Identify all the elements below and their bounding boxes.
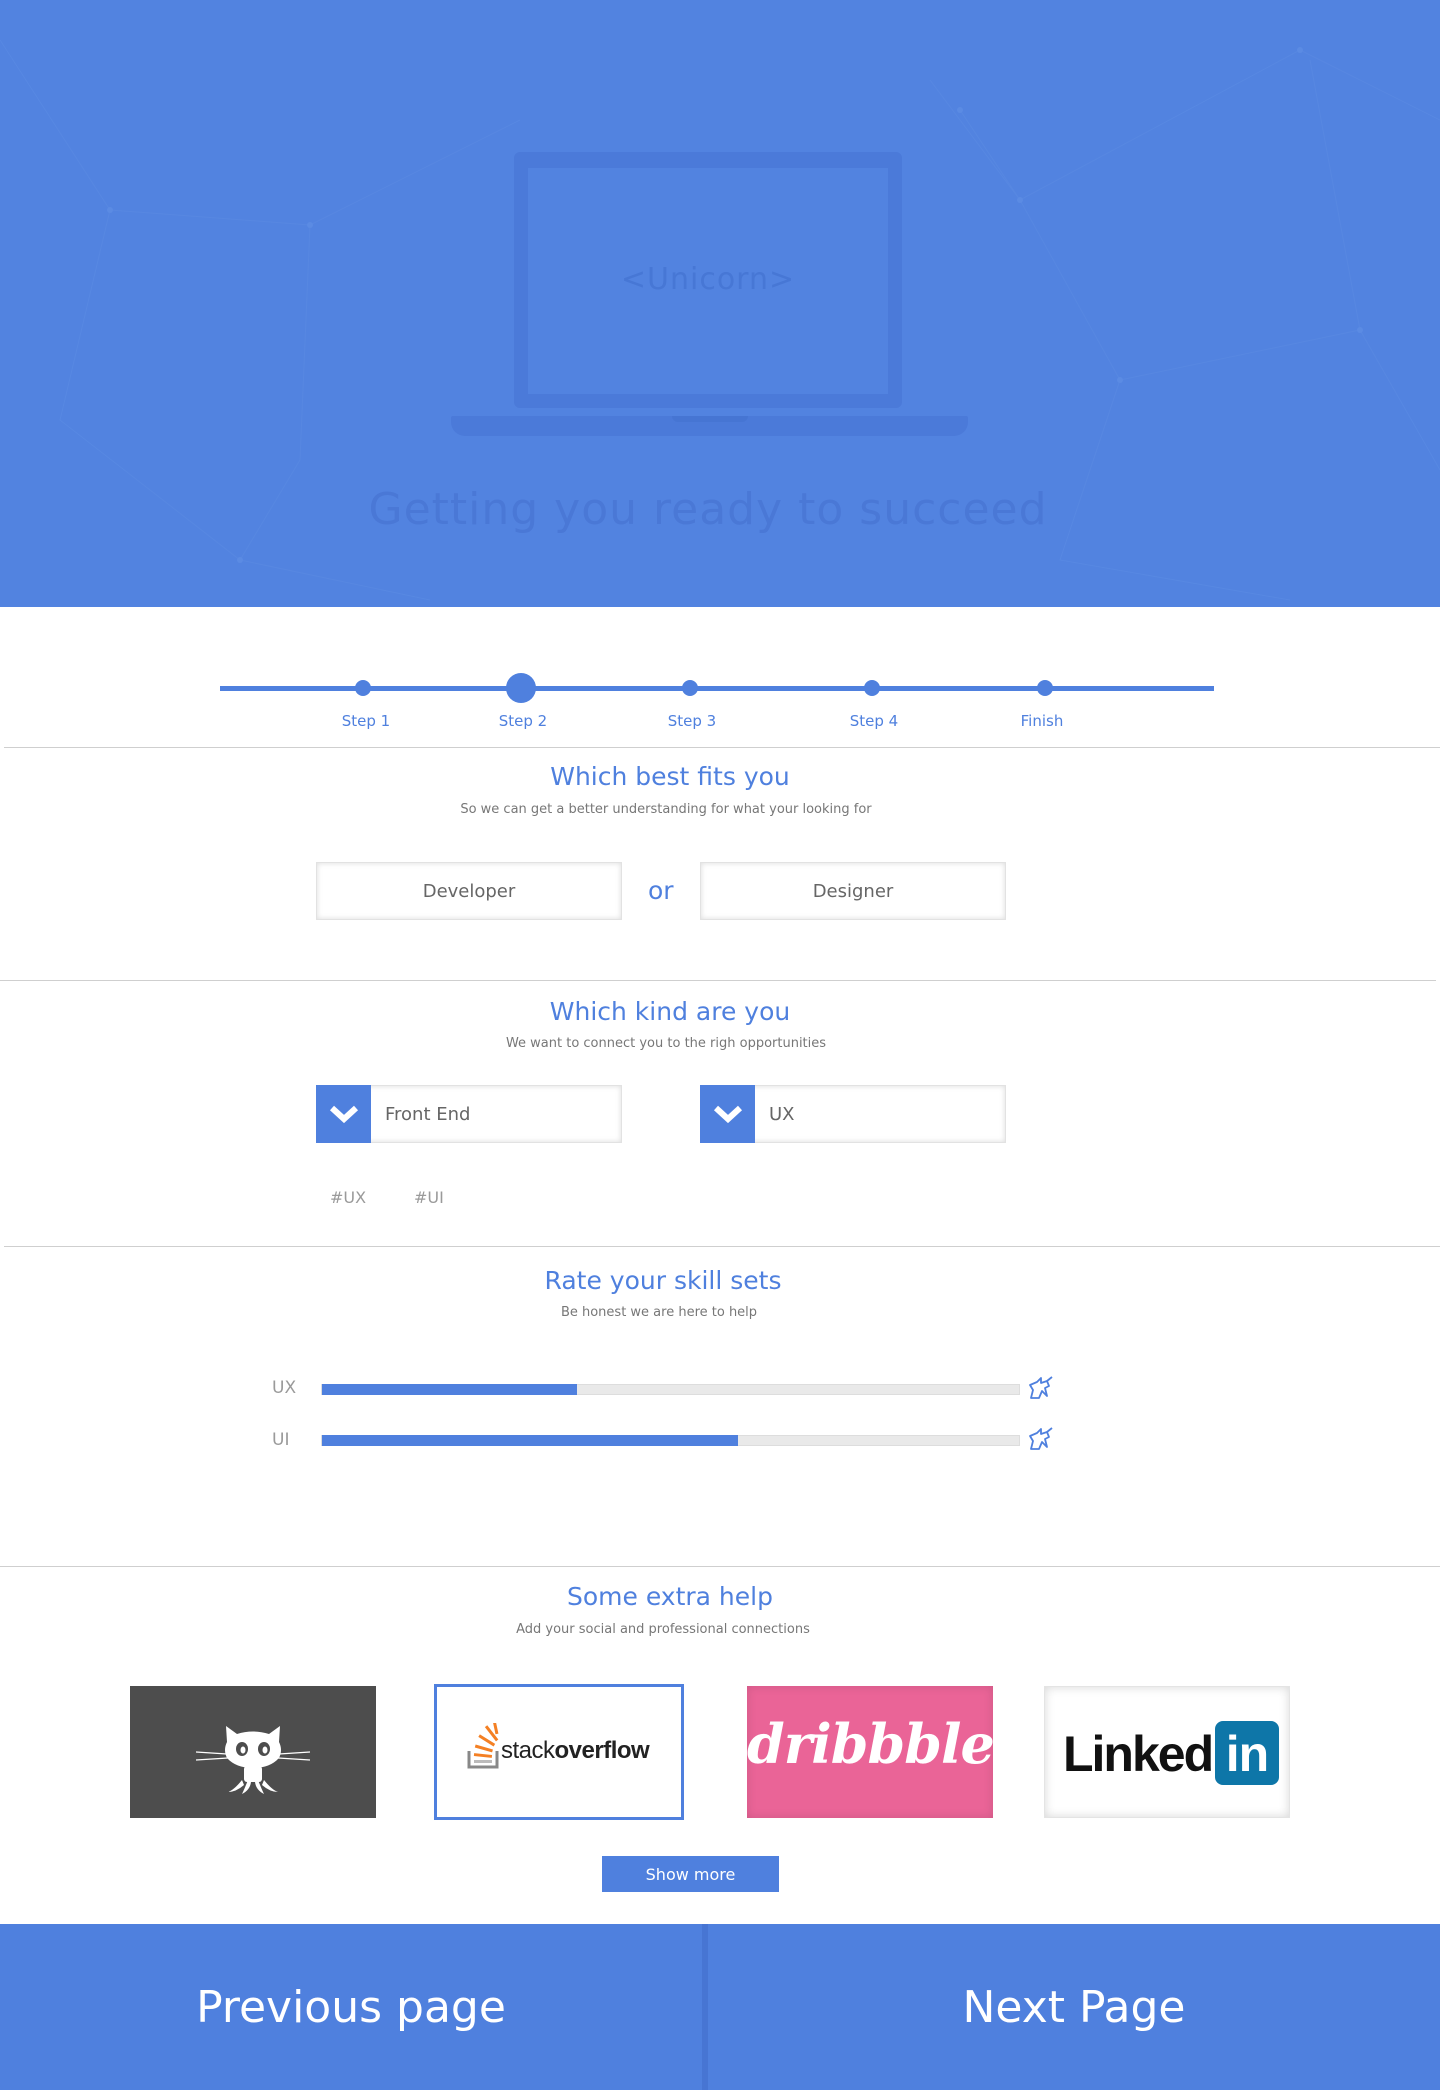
- step-2-label[interactable]: Step 2: [499, 712, 547, 730]
- step-3-label[interactable]: Step 3: [668, 712, 716, 730]
- github-octocat-icon: [195, 1726, 311, 1794]
- divider: [0, 980, 1436, 981]
- chevron-down-icon[interactable]: [700, 1085, 755, 1143]
- skill-ui-slider[interactable]: [321, 1435, 1020, 1446]
- stackoverflow-card[interactable]: stackoverflow: [434, 1684, 684, 1820]
- laptop-notch: [672, 416, 748, 422]
- next-page-button[interactable]: Next Page: [708, 1924, 1440, 2090]
- divider: [0, 1566, 1440, 1567]
- or-label: or: [648, 876, 674, 905]
- step-1-label[interactable]: Step 1: [342, 712, 390, 730]
- specialty-select-value: Front End: [385, 1104, 471, 1125]
- tag-ux[interactable]: #UX: [330, 1188, 366, 1207]
- developer-button[interactable]: Developer: [316, 862, 622, 920]
- skill-ux-fill: [322, 1384, 578, 1395]
- unicorn-icon[interactable]: [1027, 1427, 1053, 1453]
- stackoverflow-logo-icon: [467, 1723, 499, 1769]
- skills-section-subtitle: Be honest we are here to help: [560, 1305, 758, 1320]
- hero-banner: <Unicorn> Getting you ready to succeed: [0, 0, 1440, 607]
- step-progress: Step 1 Step 2 Step 3 Step 4 Finish: [0, 660, 1440, 740]
- skills-section-title: Rate your skill sets: [544, 1266, 782, 1295]
- stackoverflow-wordmark: stackoverflow: [501, 1737, 650, 1764]
- divider: [4, 747, 1440, 748]
- step-2-dot[interactable]: [506, 673, 536, 703]
- skill-ux-label: UX: [272, 1378, 297, 1398]
- role-section-subtitle: So we can get a better understanding for…: [460, 802, 872, 817]
- discipline-select-value: UX: [769, 1104, 795, 1125]
- skill-ui-label: UI: [272, 1430, 290, 1450]
- specialty-select[interactable]: Front End: [316, 1085, 622, 1143]
- linkedin-wordmark: Linked: [1063, 1726, 1214, 1782]
- previous-page-button[interactable]: Previous page: [0, 1924, 702, 2090]
- laptop-screen-text: <Unicorn>: [620, 262, 796, 297]
- hero-title: Getting you ready to succeed: [368, 484, 1048, 535]
- skill-ux-slider[interactable]: [321, 1384, 1020, 1395]
- linkedin-card[interactable]: Linked in: [1044, 1686, 1290, 1818]
- step-3-dot[interactable]: [682, 680, 698, 696]
- chevron-down-icon[interactable]: [316, 1085, 371, 1143]
- dribbble-card[interactable]: dribbble: [747, 1686, 993, 1818]
- social-section-title: Some extra help: [567, 1582, 773, 1611]
- skill-ui-fill: [322, 1435, 739, 1446]
- kind-section-title: Which kind are you: [549, 997, 791, 1026]
- finish-dot[interactable]: [1037, 680, 1053, 696]
- step-4-dot[interactable]: [864, 680, 880, 696]
- show-more-button[interactable]: Show more: [602, 1856, 779, 1892]
- step-1-dot[interactable]: [355, 680, 371, 696]
- unicorn-icon[interactable]: [1027, 1376, 1053, 1402]
- linkedin-badge-text: in: [1225, 1726, 1269, 1782]
- kind-section-subtitle: We want to connect you to the righ oppor…: [505, 1036, 827, 1051]
- role-section-title: Which best fits you: [550, 762, 790, 791]
- social-section-subtitle: Add your social and professional connect…: [516, 1622, 810, 1637]
- divider: [4, 1246, 1440, 1247]
- github-card[interactable]: [130, 1686, 376, 1818]
- designer-button[interactable]: Designer: [700, 862, 1006, 920]
- dribbble-wordmark: dribbble: [747, 1712, 993, 1776]
- finish-label[interactable]: Finish: [1021, 712, 1064, 730]
- discipline-select[interactable]: UX: [700, 1085, 1006, 1143]
- step-4-label[interactable]: Step 4: [850, 712, 898, 730]
- tag-ui[interactable]: #UI: [414, 1188, 444, 1207]
